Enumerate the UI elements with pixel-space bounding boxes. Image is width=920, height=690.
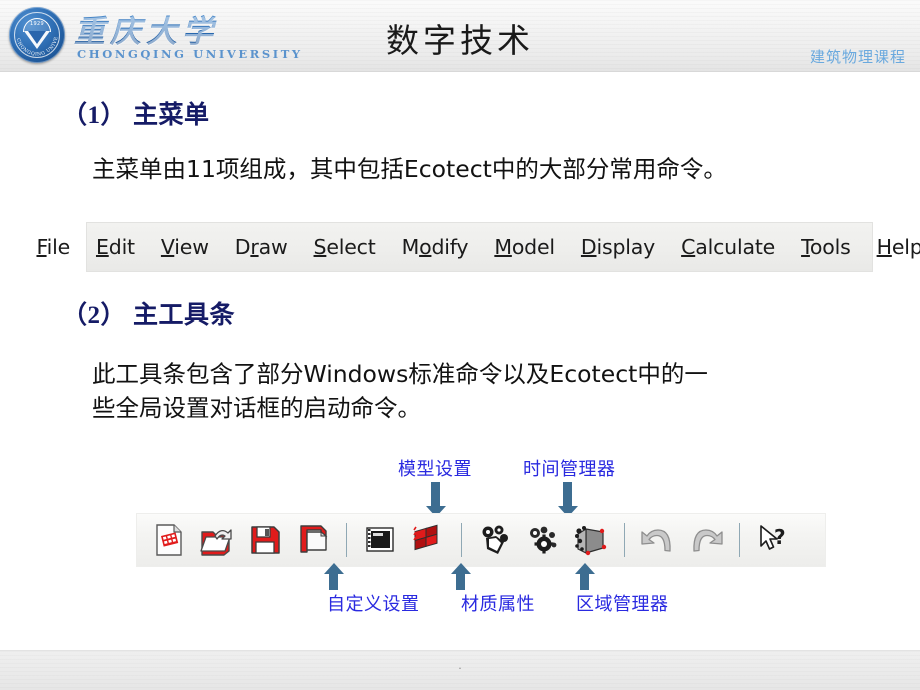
page-title: 数字技术 — [386, 21, 534, 60]
svg-text:?: ? — [774, 525, 786, 549]
arrow-to-zone-manager — [574, 563, 595, 590]
model-settings-icon — [410, 523, 446, 557]
header-banner: CHONGQING UNIVERSITY 1929 重庆大学 CHONGQING… — [0, 0, 920, 72]
menu-item-modify[interactable]: Modify — [402, 235, 469, 259]
footer-bar: . — [0, 650, 920, 690]
annotation-model-settings: 模型设置 — [398, 459, 472, 480]
toolbar-zone-manager-button[interactable] — [567, 518, 615, 562]
ecotect-main-toolbar: ? — [136, 513, 826, 567]
toolbar-time-manager-button[interactable] — [519, 518, 567, 562]
section-1-paragraph: 主菜单由11项组成，其中包括Ecotect中的大部分常用命令。 — [92, 155, 727, 183]
menu-item-draw[interactable]: Draw — [235, 235, 288, 259]
ecotect-main-menubar: File Edit View Draw Select Modify Model … — [36, 222, 920, 272]
undo-icon — [640, 525, 676, 555]
menu-item-display[interactable]: Display — [581, 235, 655, 259]
section-1-heading: （1） 主菜单 — [62, 95, 210, 131]
menu-item-view[interactable]: View — [161, 235, 209, 259]
toolbar-custom-settings-button[interactable] — [356, 518, 404, 562]
redo-icon — [688, 525, 724, 555]
section-2-heading: （2） 主工具条 — [62, 295, 235, 331]
section-2-number: （2） — [62, 302, 127, 329]
arrow-to-time-manager — [557, 482, 578, 517]
open-folder-icon — [199, 523, 235, 557]
section-2-title: 主工具条 — [133, 300, 236, 329]
section-2-paragraph: 此工具条包含了部分Windows标准命令以及Ecotect中的一 些全局设置对话… — [92, 360, 708, 422]
annotation-zone-manager: 区域管理器 — [576, 594, 669, 615]
menu-item-edit[interactable]: Edit — [96, 235, 135, 259]
annotation-custom-settings: 自定义设置 — [327, 594, 420, 615]
arrow-to-custom-settings — [323, 563, 344, 590]
arrow-to-model-settings — [425, 482, 446, 517]
context-help-icon: ? — [757, 524, 789, 556]
toolbar-context-help-button[interactable]: ? — [749, 518, 797, 562]
menu-item-help[interactable]: Help — [877, 235, 920, 259]
toolbar-redo-button[interactable] — [682, 518, 730, 562]
menu-item-file[interactable]: File — [36, 235, 70, 259]
annotation-time-manager: 时间管理器 — [523, 459, 616, 480]
save-as-icon — [296, 523, 330, 557]
new-document-icon — [154, 523, 184, 557]
course-label: 建筑物理课程 — [809, 48, 906, 66]
arrow-to-material-properties — [450, 563, 471, 590]
toolbar-save-as-button[interactable] — [289, 518, 337, 562]
toolbar-separator — [461, 523, 462, 557]
toolbar-separator — [739, 523, 740, 557]
annotation-material-properties: 材质属性 — [461, 594, 535, 615]
toolbar-new-document-button[interactable] — [145, 518, 193, 562]
toolbar-open-file-button[interactable] — [193, 518, 241, 562]
menu-item-select[interactable]: Select — [314, 235, 376, 259]
toolbar-separator — [346, 523, 347, 557]
menu-item-tools[interactable]: Tools — [801, 235, 851, 259]
toolbar-model-settings-button[interactable] — [404, 518, 452, 562]
custom-settings-icon — [364, 524, 396, 556]
toolbar-undo-button[interactable] — [634, 518, 682, 562]
footer-text: . — [458, 659, 462, 672]
zone-manager-icon — [573, 523, 609, 557]
save-floppy-icon — [248, 523, 282, 557]
toolbar-material-properties-button[interactable] — [471, 518, 519, 562]
toolbar-save-button[interactable] — [241, 518, 289, 562]
section-1-title: 主菜单 — [133, 100, 210, 129]
material-properties-icon — [478, 523, 512, 557]
menu-item-model[interactable]: Model — [494, 235, 555, 259]
toolbar-separator — [624, 523, 625, 557]
time-manager-icon — [526, 523, 560, 557]
menu-item-calculate[interactable]: Calculate — [681, 235, 775, 259]
section-1-number: （1） — [62, 102, 127, 129]
